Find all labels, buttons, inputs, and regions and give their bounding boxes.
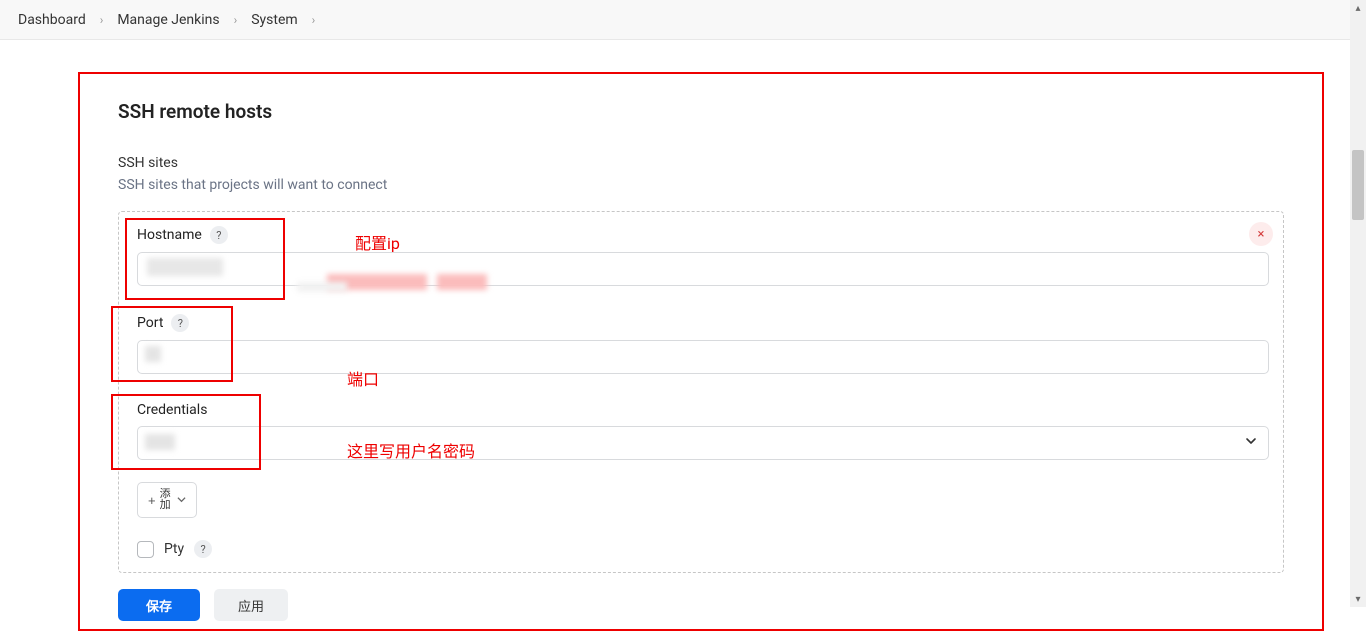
hostname-input[interactable] bbox=[137, 252, 1269, 286]
port-field-row: Port ? 端口 bbox=[137, 314, 1269, 374]
redaction-box bbox=[145, 434, 175, 450]
scroll-up-arrow-icon[interactable]: ▴ bbox=[1350, 0, 1366, 16]
credentials-label-text: Credentials bbox=[137, 402, 207, 418]
port-label: Port ? bbox=[137, 314, 1269, 340]
hostname-label-text: Hostname bbox=[137, 227, 202, 243]
plus-icon: + bbox=[148, 494, 156, 507]
main-content: SSH remote hosts SSH sites SSH sites tha… bbox=[0, 40, 1366, 621]
vertical-scrollbar[interactable]: ▴ ▾ bbox=[1350, 0, 1366, 607]
ssh-site-entry: × Hostname ? 配置ip Port ? 端 bbox=[118, 211, 1284, 573]
hostname-field-row: Hostname ? 配置ip bbox=[137, 226, 1269, 286]
add-button-label: 添 加 bbox=[160, 489, 171, 511]
breadcrumb: Dashboard › Manage Jenkins › System › bbox=[0, 0, 1366, 40]
add-credentials-button[interactable]: + 添 加 bbox=[137, 482, 197, 518]
redaction-box bbox=[147, 258, 223, 276]
chevron-right-icon: › bbox=[100, 13, 104, 27]
scroll-down-arrow-icon[interactable]: ▾ bbox=[1350, 591, 1366, 607]
credentials-select[interactable] bbox=[137, 426, 1269, 460]
apply-button[interactable]: 应用 bbox=[214, 589, 288, 621]
ssh-sites-description: SSH sites that projects will want to con… bbox=[78, 171, 1324, 193]
caret-down-icon bbox=[177, 494, 186, 506]
credentials-field-row: Credentials 这里写用户名密码 bbox=[137, 402, 1269, 460]
redaction-box bbox=[437, 274, 487, 290]
credentials-label: Credentials bbox=[137, 402, 1269, 426]
credentials-select-wrap bbox=[137, 426, 1269, 460]
ssh-sites-label: SSH sites bbox=[78, 123, 1324, 171]
pty-field-row: Pty ? bbox=[137, 540, 1269, 558]
redaction-box bbox=[145, 346, 161, 362]
breadcrumb-manage-jenkins[interactable]: Manage Jenkins bbox=[113, 6, 223, 34]
chevron-right-icon: › bbox=[234, 13, 238, 27]
action-bar: 保存 应用 bbox=[78, 589, 1324, 621]
redaction-box bbox=[297, 282, 347, 292]
breadcrumb-dashboard[interactable]: Dashboard bbox=[14, 6, 90, 34]
section-title: SSH remote hosts bbox=[78, 75, 1324, 123]
help-icon[interactable]: ? bbox=[194, 540, 212, 558]
pty-checkbox[interactable] bbox=[137, 541, 154, 558]
pty-label: Pty bbox=[164, 541, 184, 557]
help-icon[interactable]: ? bbox=[210, 226, 228, 244]
help-icon[interactable]: ? bbox=[171, 314, 189, 332]
port-input[interactable] bbox=[137, 340, 1269, 374]
scrollbar-thumb[interactable] bbox=[1352, 150, 1364, 220]
save-button[interactable]: 保存 bbox=[118, 589, 200, 621]
hostname-label: Hostname ? bbox=[137, 226, 1269, 252]
chevron-right-icon: › bbox=[312, 13, 316, 27]
port-label-text: Port bbox=[137, 315, 163, 331]
breadcrumb-system[interactable]: System bbox=[247, 6, 301, 34]
